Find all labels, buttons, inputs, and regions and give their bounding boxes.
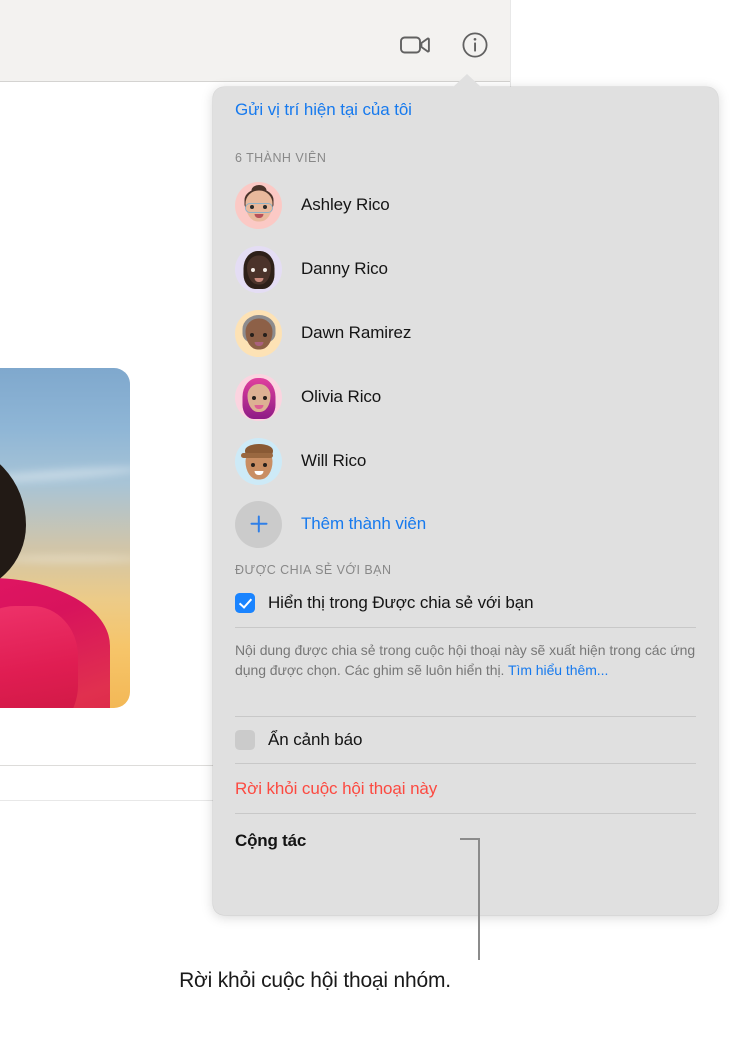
member-row-olivia-rico[interactable]: Olivia Rico	[235, 365, 696, 429]
avatar	[235, 181, 282, 229]
show-in-shared-label: Hiển thị trong Được chia sẻ với bạn	[268, 593, 534, 612]
members-section-header: 6 THÀNH VIÊN	[235, 151, 327, 165]
plus-icon	[235, 500, 282, 548]
add-member-row[interactable]: Thêm thành viên	[235, 493, 696, 555]
member-name: Danny Rico	[301, 259, 388, 278]
toolbar-icon-group	[398, 28, 492, 62]
show-in-shared-checkbox[interactable]	[235, 593, 255, 613]
messages-toolbar	[0, 0, 510, 82]
avatar	[235, 309, 282, 357]
sky-cloud	[0, 463, 130, 487]
callout-leader-line	[478, 838, 480, 960]
member-row-dawn-ramirez[interactable]: Dawn Ramirez	[235, 301, 696, 365]
shared-with-you-header: ĐƯỢC CHIA SẺ VỚI BẠN	[235, 563, 392, 577]
member-row-ashley-rico[interactable]: Ashley Rico	[235, 173, 696, 237]
info-circle-icon	[462, 32, 488, 58]
collaborate-section-title: Cộng tác	[235, 831, 307, 850]
sky-cloud-lower	[3, 555, 130, 563]
send-my-current-location-link[interactable]: Gửi vị trí hiện tại của tôi	[235, 100, 412, 119]
add-member-label: Thêm thành viên	[301, 514, 427, 533]
member-name: Olivia Rico	[301, 387, 382, 406]
conversation-details-popover: Gửi vị trí hiện tại của tôi 6 THÀNH VIÊN…	[213, 74, 718, 915]
avatar	[235, 245, 282, 293]
leave-conversation-button[interactable]: Rời khỏi cuộc hội thoại này	[235, 764, 696, 813]
hide-alerts-checkbox[interactable]	[235, 730, 255, 750]
learn-more-link[interactable]: Tìm hiểu thêm...	[508, 662, 608, 678]
person-head	[0, 444, 26, 594]
hide-alerts-row[interactable]: Ẩn cảnh báo	[235, 717, 696, 763]
facetime-video-button[interactable]	[398, 28, 432, 62]
member-row-will-rico[interactable]: Will Rico	[235, 429, 696, 493]
popover-arrow	[452, 74, 482, 88]
avatar	[235, 437, 282, 485]
shared-description: Nội dung được chia sẻ trong cuộc hội tho…	[235, 628, 696, 680]
avatar	[235, 373, 282, 421]
callout-elbow	[460, 838, 480, 840]
photo-message-bubble[interactable]	[0, 368, 130, 708]
shared-description-text: Nội dung được chia sẻ trong cuộc hội tho…	[235, 642, 696, 678]
callout-text: Rời khỏi cuộc hội thoại nhóm.	[179, 969, 451, 992]
video-camera-icon	[400, 36, 430, 54]
member-row-danny-rico[interactable]: Danny Rico	[235, 237, 696, 301]
member-name: Ashley Rico	[301, 195, 390, 214]
send-location-row[interactable]: Gửi vị trí hiện tại của tôi	[235, 87, 696, 122]
conversation-info-button[interactable]	[458, 28, 492, 62]
member-name: Will Rico	[301, 451, 367, 470]
show-in-shared-with-you-row[interactable]: Hiển thị trong Được chia sẻ với bạn	[235, 585, 696, 627]
hide-alerts-label: Ẩn cảnh báo	[268, 730, 363, 749]
member-name: Dawn Ramirez	[301, 323, 412, 342]
